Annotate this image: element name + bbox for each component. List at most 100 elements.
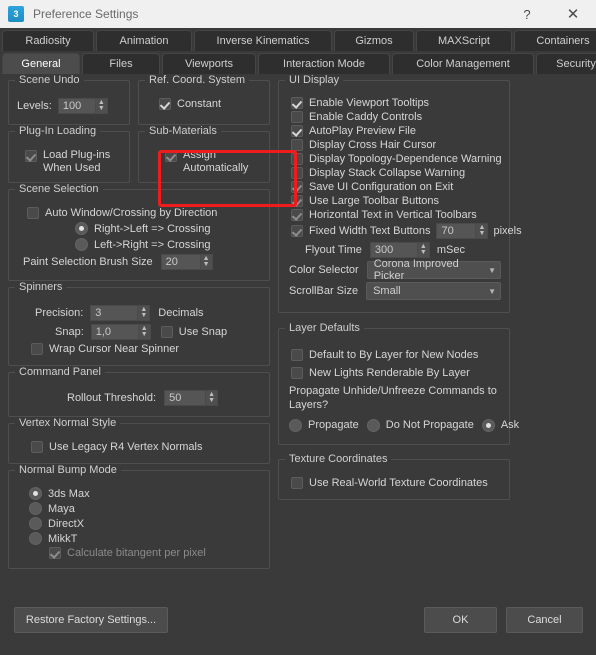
calculate-bitangent-label: Calculate bitangent per pixel (67, 547, 206, 559)
undo-levels-value[interactable]: 100 (57, 98, 96, 114)
display-stack-collapse-warning-checkbox[interactable] (291, 167, 303, 179)
snap-arrows[interactable]: ▲ ▼ (138, 324, 151, 340)
ok-button[interactable]: OK (424, 607, 497, 633)
brush-size-stepper[interactable]: 20 ▲ ▼ (160, 254, 213, 270)
bump-mode-directx-radio[interactable] (29, 517, 42, 530)
fixed-width-value[interactable]: 70 (436, 223, 477, 239)
scrollbar-size-dropdown[interactable]: Small ▼ (366, 282, 501, 300)
bump-mode-directx-label: DirectX (48, 517, 85, 530)
tab-viewports[interactable]: Viewports (162, 53, 256, 74)
left-right-crossing-radio[interactable] (75, 238, 88, 251)
snap-stepper[interactable]: 1,0 ▲ ▼ (90, 324, 151, 340)
bump-mode-maya-label: Maya (48, 502, 75, 515)
tab-inverse-kinematics[interactable]: Inverse Kinematics (194, 30, 332, 51)
save-ui-configuration-checkbox[interactable] (291, 181, 303, 193)
horizontal-text-vertical-toolbars-checkbox[interactable] (291, 209, 303, 221)
real-world-texture-coords-checkbox[interactable] (291, 476, 303, 489)
use-snap-checkbox[interactable] (160, 326, 173, 338)
fixed-width-arrows[interactable]: ▲ ▼ (476, 223, 489, 239)
tab-interaction-mode[interactable]: Interaction Mode (258, 53, 390, 74)
enable-viewport-tooltips-checkbox[interactable] (291, 97, 303, 109)
precision-arrows[interactable]: ▲ ▼ (138, 305, 151, 321)
layer-defaults-legend: Layer Defaults (285, 322, 364, 334)
default-bylayer-checkbox[interactable] (291, 349, 303, 361)
rollout-threshold-arrows[interactable]: ▲ ▼ (206, 390, 219, 406)
left-right-crossing-label: Left->Right => Crossing (94, 238, 211, 251)
group-scene-undo: Scene Undo Levels: 100 ▲ ▼ (8, 74, 130, 125)
load-plugins-checkbox[interactable] (25, 150, 37, 162)
right-left-crossing-radio[interactable] (75, 222, 88, 235)
tab-general[interactable]: General (2, 53, 80, 74)
group-layer-defaults: Layer Defaults Default to By Layer for N… (278, 322, 519, 445)
tab-row-1: Radiosity Animation Inverse Kinematics G… (2, 30, 596, 51)
3dsmax-icon: 3 (8, 6, 24, 22)
new-lights-renderable-label: New Lights Renderable By Layer (309, 367, 470, 379)
color-selector-dropdown[interactable]: Corona Improved Picker ▼ (366, 258, 501, 282)
tab-radiosity[interactable]: Radiosity (2, 30, 94, 51)
autoplay-preview-file-checkbox[interactable] (291, 125, 303, 137)
rollout-threshold-label: Rollout Threshold: (67, 392, 157, 404)
flyout-time-arrows[interactable]: ▲ ▼ (417, 242, 430, 258)
group-normal-bump-mode: Normal Bump Mode 3ds Max Maya DirectX Mi… (8, 464, 270, 569)
assign-automatically-checkbox[interactable] (165, 150, 177, 162)
tab-gizmos[interactable]: Gizmos (334, 30, 414, 51)
scrollbar-size-value: Small (373, 285, 401, 297)
use-large-toolbar-buttons-label: Use Large Toolbar Buttons (309, 195, 440, 207)
display-cross-hair-cursor-checkbox[interactable] (291, 139, 303, 151)
display-cross-hair-cursor-label: Display Cross Hair Cursor (309, 139, 437, 151)
bump-mode-mikkt-radio[interactable] (29, 532, 42, 545)
title-bar: 3 Preference Settings ? ✕ (0, 0, 596, 28)
close-icon[interactable]: ✕ (550, 0, 596, 28)
propagate-radio[interactable] (289, 418, 302, 432)
use-snap-label: Use Snap (178, 326, 228, 338)
propagate-label: Propagate (308, 419, 359, 431)
wrap-cursor-label: Wrap Cursor Near Spinner (49, 343, 180, 355)
bump-mode-maya-radio[interactable] (29, 502, 42, 515)
brush-size-value[interactable]: 20 (160, 254, 201, 270)
default-bylayer-label: Default to By Layer for New Nodes (309, 349, 479, 361)
undo-levels-stepper[interactable]: 100 ▲ ▼ (57, 98, 108, 114)
snap-value[interactable]: 1,0 (90, 324, 139, 340)
help-icon[interactable]: ? (504, 0, 550, 28)
tab-security[interactable]: Security (536, 53, 596, 74)
restore-factory-settings-button[interactable]: Restore Factory Settings... (14, 607, 168, 633)
enable-caddy-controls-checkbox[interactable] (291, 111, 303, 123)
precision-stepper[interactable]: 3 ▲ ▼ (90, 305, 151, 321)
tab-containers[interactable]: Containers (514, 30, 596, 51)
use-large-toolbar-buttons-checkbox[interactable] (291, 195, 303, 207)
do-not-propagate-radio[interactable] (366, 418, 380, 432)
flyout-time-value[interactable]: 300 (369, 242, 418, 258)
bump-mode-3dsmax-radio[interactable] (29, 487, 42, 500)
wrap-cursor-checkbox[interactable] (31, 343, 43, 355)
tab-maxscript[interactable]: MAXScript (416, 30, 512, 51)
chevron-down-icon: ▼ (488, 286, 496, 296)
ask-radio[interactable] (481, 418, 495, 432)
group-vertex-normal-style: Vertex Normal Style Use Legacy R4 Vertex… (8, 417, 270, 464)
undo-levels-arrows[interactable]: ▲ ▼ (95, 98, 108, 114)
horizontal-text-vertical-toolbars-label: Horizontal Text in Vertical Toolbars (309, 209, 477, 221)
brush-size-arrows[interactable]: ▲ ▼ (200, 254, 213, 270)
constant-checkbox[interactable] (159, 98, 171, 110)
fixed-width-stepper[interactable]: 70 ▲ ▼ (436, 223, 489, 239)
group-plugin-loading: Plug-In Loading Load Plug-ins When Used (8, 125, 130, 183)
group-command-panel: Command Panel Rollout Threshold: 50 ▲ ▼ (8, 366, 270, 417)
legacy-r4-normals-checkbox[interactable] (31, 441, 43, 453)
new-lights-renderable-checkbox[interactable] (291, 367, 303, 379)
tab-color-management[interactable]: Color Management (392, 53, 534, 74)
tab-files[interactable]: Files (82, 53, 160, 74)
ref-coord-legend: Ref. Coord. System (145, 74, 249, 86)
auto-window-crossing-checkbox[interactable] (27, 207, 39, 219)
flyout-time-stepper[interactable]: 300 ▲ ▼ (369, 242, 430, 258)
fixed-width-text-buttons-checkbox[interactable] (291, 225, 303, 237)
normal-bump-legend: Normal Bump Mode (15, 464, 121, 476)
rollout-threshold-value[interactable]: 50 (164, 390, 207, 406)
tab-animation[interactable]: Animation (96, 30, 192, 51)
display-topology-warning-checkbox[interactable] (291, 153, 303, 165)
bump-mode-mikkt-label: MikkT (48, 532, 78, 545)
flyout-time-label: Flyout Time (305, 244, 362, 256)
precision-value[interactable]: 3 (90, 305, 139, 321)
group-texture-coordinates: Texture Coordinates Use Real-World Textu… (278, 452, 510, 500)
rollout-threshold-stepper[interactable]: 50 ▲ ▼ (164, 390, 219, 406)
tab-strip: Radiosity Animation Inverse Kinematics G… (0, 28, 596, 74)
cancel-button[interactable]: Cancel (506, 607, 583, 633)
